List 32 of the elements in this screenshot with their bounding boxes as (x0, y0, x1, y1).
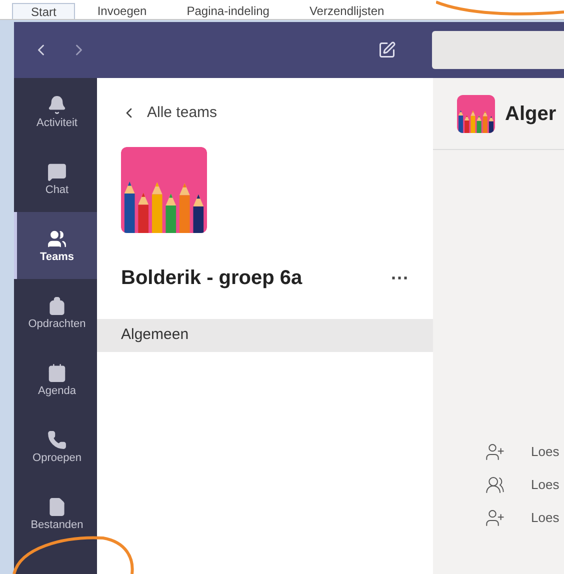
rail-item[interactable]: Activiteit (14, 78, 97, 145)
teams-icon (47, 228, 67, 248)
file-icon (47, 496, 67, 516)
back-link[interactable]: Alle teams (121, 102, 433, 124)
rail-item[interactable]: Teams (14, 212, 97, 279)
team-name: Bolderik - groep 6a (121, 266, 302, 290)
activity-text: Loes (531, 476, 560, 494)
person-add-icon (485, 442, 505, 462)
more-button[interactable]: ··· (391, 268, 409, 286)
channel-item[interactable]: Algemeen (97, 318, 433, 352)
activity-text: Loes (531, 443, 560, 462)
ribbon-tab[interactable]: Start (12, 3, 76, 19)
search-field[interactable] (432, 31, 564, 69)
calendar-icon (47, 362, 67, 382)
channel-title: Alger (505, 102, 556, 126)
rail-item[interactable]: Opdrachten (14, 279, 97, 346)
person-add-icon (485, 508, 505, 528)
team-icon (485, 475, 505, 495)
rail-item[interactable]: Agenda (14, 346, 97, 413)
channel-picture (457, 94, 495, 132)
ribbon-tab[interactable]: Invoegen (79, 3, 165, 19)
backpack-icon (47, 296, 67, 316)
activity-text: Loes (531, 509, 560, 528)
chat-icon (47, 162, 67, 182)
compose-button[interactable] (378, 41, 396, 59)
rail-item[interactable]: Bestanden (14, 480, 97, 547)
ribbon-tab[interactable]: Verzendlijsten (291, 3, 402, 19)
rail-item[interactable]: Oproepen (14, 413, 97, 480)
rail-item[interactable]: Chat (14, 145, 97, 212)
ribbon-tab[interactable]: Pagina-indeling (168, 3, 288, 19)
phone-icon (47, 430, 67, 450)
bell-icon (47, 94, 67, 114)
